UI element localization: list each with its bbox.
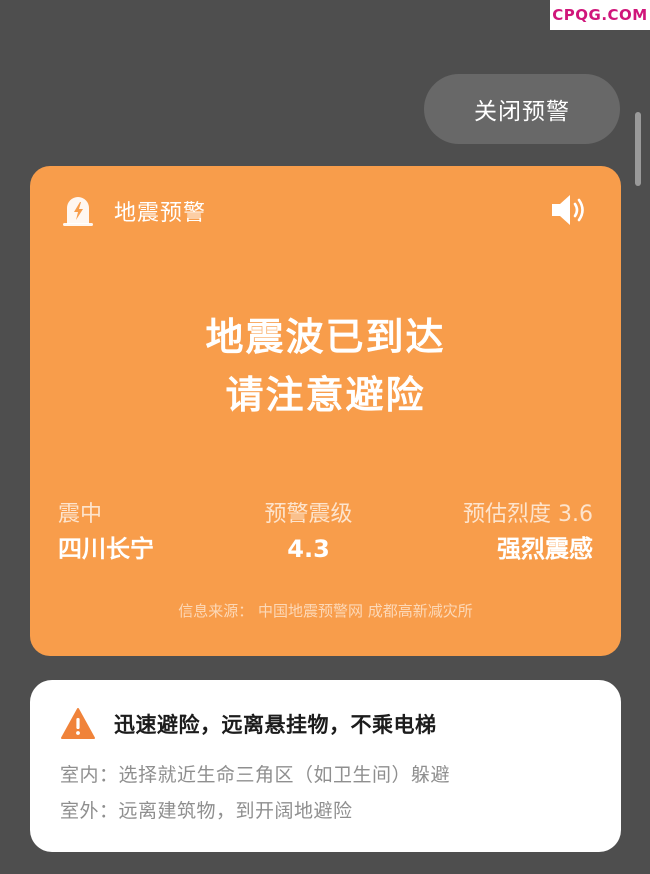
- tip-outdoor: 室外：远离建筑物，到开阔地避险: [60, 800, 353, 822]
- alert-title: 地震预警: [114, 201, 207, 226]
- close-warning-button[interactable]: 关闭预警: [424, 74, 620, 144]
- magnitude-value: 4.3: [287, 535, 330, 563]
- safety-tips-card: 迅速避险，远离悬挂物，不乘电梯 室内：选择就近生命三角区（如卫生间）躲避 室外：…: [30, 680, 621, 852]
- earthquake-warning-icon: [60, 193, 96, 229]
- magnitude-label: 预警震级: [264, 502, 353, 527]
- intensity-block: 预估烈度 3.6 强烈震感: [463, 499, 593, 567]
- epicenter-block: 震中 四川长宁: [58, 499, 154, 567]
- speaker-icon[interactable]: [549, 192, 591, 228]
- alert-headline: 地震波已到达 请注意避险: [30, 308, 621, 424]
- epicenter-value: 四川长宁: [58, 535, 154, 563]
- tip-indoor: 室内：选择就近生命三角区（如卫生间）躲避: [60, 764, 451, 786]
- epicenter-label: 震中: [58, 502, 103, 527]
- intensity-label: 预估烈度 3.6: [463, 502, 593, 527]
- alert-info-row: 震中 四川长宁 预警震级 4.3 预估烈度 3.6 强烈震感: [58, 499, 593, 567]
- earthquake-alert-card: 地震预警 地震波已到达 请注意避险 震中 四川长宁 预警震级 4.3 预估烈度 …: [30, 166, 621, 656]
- watermark: CPQG.COM: [550, 0, 650, 30]
- headline-line-2: 请注意避险: [225, 373, 426, 417]
- warning-triangle-icon: [60, 707, 96, 741]
- tip-title: 迅速避险，远离悬挂物，不乘电梯: [114, 713, 437, 737]
- tip-title-row: 迅速避险，远离悬挂物，不乘电梯: [60, 704, 437, 744]
- intensity-value: 强烈震感: [497, 535, 593, 563]
- info-source: 信息来源： 中国地震预警网 成都高新减灾所: [178, 602, 473, 620]
- headline-line-1: 地震波已到达: [205, 315, 446, 359]
- alert-header: 地震预警: [60, 192, 206, 230]
- screen: { "watermark": "CPQG.COM", "close_button…: [0, 0, 650, 874]
- scrollbar[interactable]: [635, 112, 641, 186]
- magnitude-block: 预警震级 4.3: [265, 499, 353, 567]
